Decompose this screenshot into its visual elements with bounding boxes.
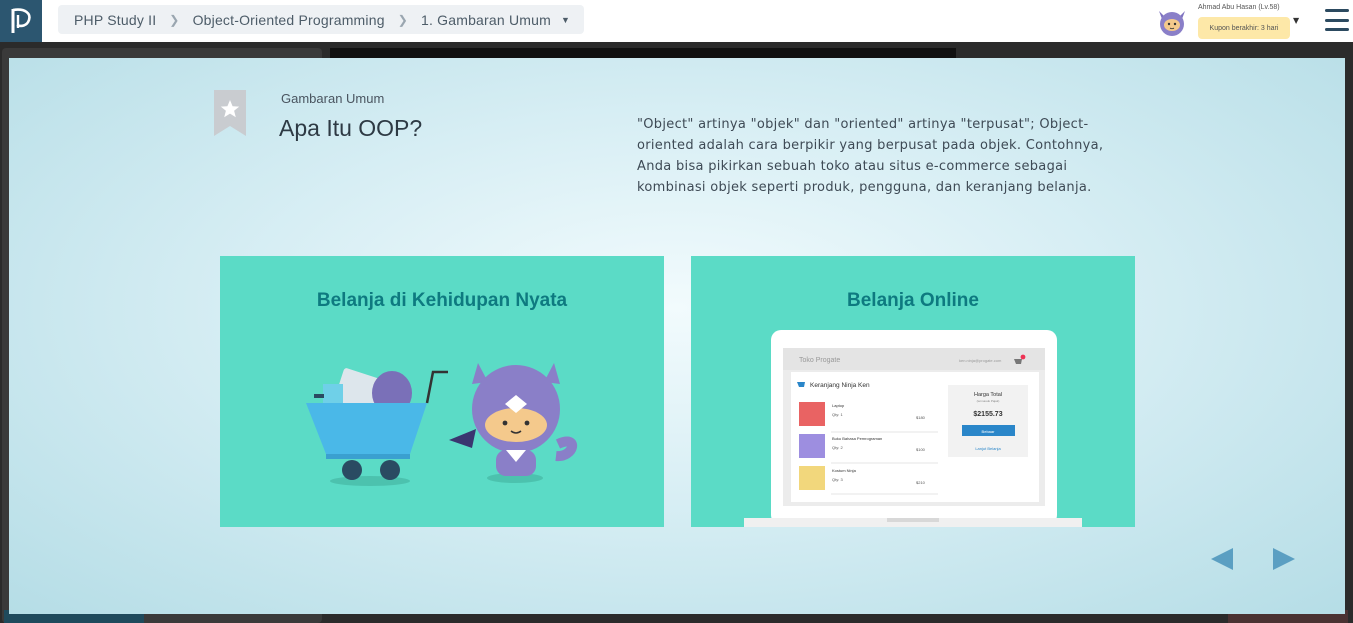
- shop-total-label: Harga Total: [974, 392, 1002, 398]
- shop-item-qty: Qty: 2: [832, 445, 843, 450]
- shop-total-sub: (termasuk Pajak): [977, 399, 1000, 403]
- hamburger-menu-icon[interactable]: [1325, 9, 1349, 31]
- progate-logo-icon[interactable]: [0, 0, 42, 42]
- shop-item-price: $180: [916, 415, 926, 420]
- slide-subtitle: Gambaran Umum: [281, 91, 385, 106]
- shop-item-name: Kostum Ninja: [832, 468, 857, 473]
- triangle-right-icon[interactable]: [1271, 546, 1297, 572]
- shop-item-price: $210: [916, 480, 926, 485]
- shop-store-name: Toko Progate: [799, 357, 840, 364]
- shop-item-qty: Qty: 1: [832, 412, 843, 417]
- coupon-badge: Kupon berakhir: 3 hari: [1198, 17, 1290, 39]
- background-strip: [330, 48, 956, 58]
- shop-email: ken.ninja@progate.com: [959, 358, 1002, 363]
- shop-cart-title: Keranjang Ninja Ken: [810, 382, 870, 389]
- user-name: Ahmad Abu Hasan (Lv.58): [1198, 4, 1280, 11]
- breadcrumb: PHP Study II ❯ Object-Oriented Programmi…: [58, 5, 585, 34]
- user-menu[interactable]: Ahmad Abu Hasan (Lv.58) Kupon berakhir: …: [1156, 2, 1304, 40]
- shop-item-qty: Qty: 3: [832, 477, 843, 482]
- caret-down-icon[interactable]: ▼: [1293, 16, 1299, 25]
- triangle-left-icon[interactable]: [1209, 546, 1235, 572]
- shop-item-name: Buku Bahasa Pemrograman: [832, 436, 882, 441]
- avatar[interactable]: [1156, 7, 1188, 37]
- illustration-online-shopping: Belanja Online Toko Progate ken.ninja@pr…: [691, 256, 1135, 527]
- shop-checkout-button: Bebaar: [982, 429, 996, 434]
- shop-continue-link: Lanjut Belanja: [975, 446, 1001, 451]
- shopping-cart-illustration: [306, 363, 578, 486]
- slide-title: Apa Itu OOP?: [279, 115, 423, 141]
- laptop-illustration: Toko Progate ken.ninja@progate.com Keran…: [744, 330, 1082, 527]
- slide-description: "Object" artinya "objek" dan "oriented" …: [637, 117, 1104, 195]
- slide: Gambaran Umum Apa Itu OOP? "Object" arti…: [9, 58, 1345, 614]
- shop-item-price: $100: [916, 447, 926, 452]
- bookmark-star-icon: [214, 90, 246, 136]
- chevron-right-icon: ❯: [397, 12, 408, 27]
- illustration-real-shopping: Belanja di Kehidupan Nyata: [220, 256, 664, 527]
- chevron-right-icon: ❯: [169, 12, 180, 27]
- breadcrumb-course[interactable]: PHP Study II: [74, 12, 156, 28]
- breadcrumb-section[interactable]: 1. Gambaran Umum: [421, 12, 551, 28]
- caret-down-icon[interactable]: ▼: [561, 15, 570, 25]
- shop-item-name: Laptop: [832, 403, 845, 408]
- breadcrumb-chapter[interactable]: Object-Oriented Programming: [193, 12, 385, 28]
- top-bar: PHP Study II ❯ Object-Oriented Programmi…: [0, 0, 1353, 42]
- shop-total-value: $2155.73: [973, 411, 1002, 418]
